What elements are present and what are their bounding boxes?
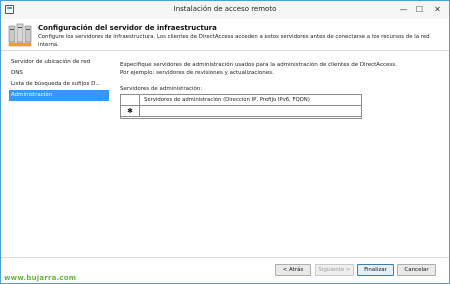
new-row-marker-icon: ✱ <box>121 106 140 116</box>
minimize-icon[interactable]: — <box>399 5 408 14</box>
grid-column-header[interactable]: Servidores de administración (Dirección … <box>144 96 310 104</box>
watermark-text: www.bujarra.com <box>4 274 77 282</box>
back-button[interactable]: < Atrás <box>275 264 311 276</box>
grid-corner <box>121 95 140 105</box>
page-description: Configure los servidores de infraestruct… <box>38 34 430 48</box>
maximize-icon[interactable]: ☐ <box>415 5 424 14</box>
management-description: Especifique servidores de administración… <box>120 62 397 76</box>
management-servers-label: Servidores de administración: <box>120 86 203 92</box>
wizard-header: Configuración del servidor de infraestru… <box>1 19 449 51</box>
main-content: Especifique servidores de administración… <box>120 61 420 92</box>
finish-button[interactable]: Finalizar <box>357 264 394 276</box>
sidebar-item-dns-suffix-search-list[interactable]: Lista de búsqueda de sufijos D... <box>9 79 109 90</box>
management-servers-grid[interactable]: Servidores de administración (Dirección … <box>120 94 362 119</box>
title-bar[interactable]: Instalación de acceso remoto — ☐ ✕ <box>1 1 449 19</box>
sidebar-item-management[interactable]: Administración <box>9 90 109 101</box>
wizard-window: Instalación de acceso remoto — ☐ ✕ Confi… <box>0 0 450 284</box>
grid-new-row[interactable]: ✱ <box>121 106 361 117</box>
sidebar-item-network-location-server[interactable]: Servidor de ubicación de red <box>9 57 109 68</box>
page-title: Configuración del servidor de infraestru… <box>38 24 217 32</box>
grid-new-row-cell[interactable] <box>141 106 361 116</box>
close-icon[interactable]: ✕ <box>433 5 442 14</box>
grid-header-row: Servidores de administración (Dirección … <box>121 95 361 106</box>
cancel-button[interactable]: Cancelar <box>397 264 436 276</box>
wizard-steps: Servidor de ubicación de red DNS Lista d… <box>9 57 109 101</box>
window-title: Instalación de acceso remoto <box>173 5 277 13</box>
sidebar-item-dns[interactable]: DNS <box>9 68 109 79</box>
next-button[interactable]: Siguiente > <box>315 264 354 276</box>
servers-icon <box>8 23 32 47</box>
footer-divider <box>1 257 449 258</box>
